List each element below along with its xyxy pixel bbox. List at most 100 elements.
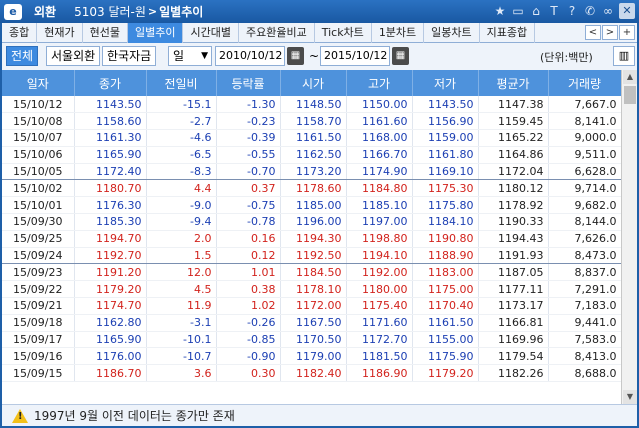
- column-header[interactable]: 시가: [280, 70, 347, 96]
- segment-seoul-fx[interactable]: 서울외환: [46, 46, 101, 66]
- table-row[interactable]: 15/10/07 1161.30 -4.6 -0.39 1161.50 1168.00 11…: [2, 129, 622, 147]
- tab-daily-chart[interactable]: 일봉차트: [424, 23, 480, 43]
- scroll-up-icon[interactable]: ▲: [623, 70, 637, 84]
- table-row[interactable]: 15/09/16 1176.00 -10.7 -0.90 1179.00 1181.50 1…: [2, 347, 622, 366]
- tab-summary[interactable]: 종합: [2, 23, 38, 43]
- table-row[interactable]: 15/09/25 1194.70 2.0 0.16 1194.30 1198.80 1190…: [2, 230, 622, 248]
- link-icon[interactable]: ∞: [601, 3, 615, 19]
- segment-korea-money[interactable]: 한국자금: [102, 46, 157, 66]
- cell-change: 4.4: [146, 179, 217, 198]
- cell-open: 1192.50: [280, 247, 347, 265]
- cell-rate: -0.26: [216, 314, 281, 332]
- phone-icon[interactable]: ✆: [583, 3, 597, 19]
- cell-avg: 1187.05: [478, 263, 549, 282]
- cell-high: 1186.90: [346, 364, 413, 383]
- cell-vol: 9,000.0: [548, 129, 622, 147]
- column-header[interactable]: 종가: [74, 70, 147, 96]
- tab-tick-chart[interactable]: Tick차트: [315, 23, 372, 43]
- segment-all[interactable]: 전체: [6, 46, 39, 66]
- column-header[interactable]: 등락률: [216, 70, 281, 96]
- table-row[interactable]: 15/09/30 1185.30 -9.4 -0.78 1196.00 1197.00 11…: [2, 213, 622, 231]
- tab-daily-trend[interactable]: 일별추이: [128, 23, 184, 43]
- cell-open: 1172.00: [280, 297, 347, 315]
- tab-prev-button[interactable]: <: [585, 25, 601, 40]
- lock-icon[interactable]: ⌂: [529, 3, 543, 19]
- cell-date: 15/09/21: [2, 297, 75, 315]
- cell-low: 1190.80: [412, 230, 479, 248]
- table-row[interactable]: 15/09/18 1162.80 -3.1 -0.26 1167.50 1171.60 11…: [2, 314, 622, 332]
- cell-vol: 9,714.0: [548, 179, 622, 198]
- text-icon[interactable]: T: [547, 3, 561, 19]
- tab-navigation: < > +: [585, 25, 635, 40]
- table-row[interactable]: 15/09/17 1165.90 -10.1 -0.85 1170.50 1172.70 1…: [2, 331, 622, 349]
- chart-icon[interactable]: ▥: [613, 46, 635, 66]
- cell-avg: 1180.12: [478, 179, 549, 198]
- cell-low: 1183.00: [412, 263, 479, 282]
- tab-add-button[interactable]: +: [619, 25, 635, 40]
- cell-avg: 1166.81: [478, 314, 549, 332]
- cell-change: -2.7: [146, 112, 217, 131]
- table-row[interactable]: 15/10/01 1176.30 -9.0 -0.75 1185.00 1185.10 11…: [2, 196, 622, 215]
- cell-avg: 1194.43: [478, 230, 549, 248]
- table-row[interactable]: 15/09/21 1174.70 11.9 1.02 1172.00 1175.40 117…: [2, 297, 622, 315]
- column-header[interactable]: 평균가: [478, 70, 549, 96]
- column-header[interactable]: 저가: [412, 70, 479, 96]
- cell-change: -3.1: [146, 314, 217, 332]
- column-header[interactable]: 거래량: [548, 70, 622, 96]
- tab-1min-chart[interactable]: 1분차트: [372, 23, 425, 43]
- app-logo-icon[interactable]: e: [4, 3, 22, 20]
- cell-high: 1184.80: [346, 179, 413, 198]
- start-date-input[interactable]: 2010/10/12: [215, 46, 285, 66]
- cell-date: 15/09/16: [2, 347, 75, 366]
- cell-change: -9.4: [146, 213, 217, 231]
- end-date-input[interactable]: 2015/10/12: [320, 46, 390, 66]
- tab-next-button[interactable]: >: [602, 25, 618, 40]
- table-row[interactable]: 15/10/05 1172.40 -8.3 -0.70 1173.20 1174.90 11…: [2, 163, 622, 181]
- instrument-code[interactable]: 5103 달러-원: [74, 3, 146, 20]
- tab-current-price[interactable]: 현재가: [37, 23, 83, 43]
- status-message: 1997년 9월 이전 데이터는 종가만 존재: [34, 409, 235, 423]
- table-row[interactable]: 15/09/15 1186.70 3.6 0.30 1182.40 1186.90 1179…: [2, 364, 622, 383]
- period-select[interactable]: 일 ▼: [168, 46, 212, 66]
- tab-indicators[interactable]: 지표종합: [480, 23, 536, 43]
- cell-vol: 7,583.0: [548, 331, 622, 349]
- column-header[interactable]: 고가: [346, 70, 413, 96]
- window-icon[interactable]: ▭: [511, 3, 525, 19]
- tab-by-time[interactable]: 시간대별: [183, 23, 239, 43]
- column-header[interactable]: 일자: [2, 70, 75, 96]
- table-row[interactable]: 15/10/12 1143.50 -15.1 -1.30 1148.50 1150.00 1…: [2, 96, 622, 114]
- tab-spot-futures[interactable]: 현선물: [83, 23, 128, 43]
- column-header[interactable]: 전일비: [146, 70, 217, 96]
- cell-change: 1.5: [146, 247, 217, 265]
- table-row[interactable]: 15/09/24 1192.70 1.5 0.12 1192.50 1194.10 1188…: [2, 247, 622, 265]
- table-row[interactable]: 15/10/02 1180.70 4.4 0.37 1178.60 1184.80 1175…: [2, 179, 622, 198]
- cell-date: 15/09/23: [2, 263, 75, 282]
- cell-high: 1172.70: [346, 331, 413, 349]
- cell-close: 1176.30: [74, 196, 147, 215]
- cell-change: -8.3: [146, 163, 217, 181]
- end-calendar-icon[interactable]: ▦: [392, 47, 409, 65]
- cell-low: 1175.30: [412, 179, 479, 198]
- close-icon[interactable]: ✕: [619, 3, 635, 19]
- cell-close: 1165.90: [74, 146, 147, 164]
- cell-date: 15/10/08: [2, 112, 75, 131]
- vertical-scrollbar[interactable]: ▲ ▼: [621, 70, 637, 404]
- cell-date: 15/10/12: [2, 96, 75, 114]
- help-icon[interactable]: ?: [565, 3, 579, 19]
- table-row[interactable]: 15/09/23 1191.20 12.0 1.01 1184.50 1192.00 118…: [2, 263, 622, 282]
- tab-rate-compare[interactable]: 주요환율비교: [239, 23, 315, 43]
- cell-avg: 1182.26: [478, 364, 549, 383]
- cell-open: 1179.00: [280, 347, 347, 366]
- cell-vol: 8,144.0: [548, 213, 622, 231]
- cell-low: 1143.50: [412, 96, 479, 114]
- start-calendar-icon[interactable]: ▦: [287, 47, 304, 65]
- cell-date: 15/09/17: [2, 331, 75, 349]
- star-icon[interactable]: ★: [493, 3, 507, 19]
- table-row[interactable]: 15/10/06 1165.90 -6.5 -0.55 1162.50 1166.70 11…: [2, 146, 622, 164]
- scroll-down-icon[interactable]: ▼: [623, 390, 637, 404]
- scroll-thumb[interactable]: [624, 86, 636, 104]
- table-row[interactable]: 15/09/22 1179.20 4.5 0.38 1178.10 1180.00 1175…: [2, 280, 622, 299]
- cell-open: 1182.40: [280, 364, 347, 383]
- cell-high: 1161.60: [346, 112, 413, 131]
- table-row[interactable]: 15/10/08 1158.60 -2.7 -0.23 1158.70 1161.60 11…: [2, 112, 622, 131]
